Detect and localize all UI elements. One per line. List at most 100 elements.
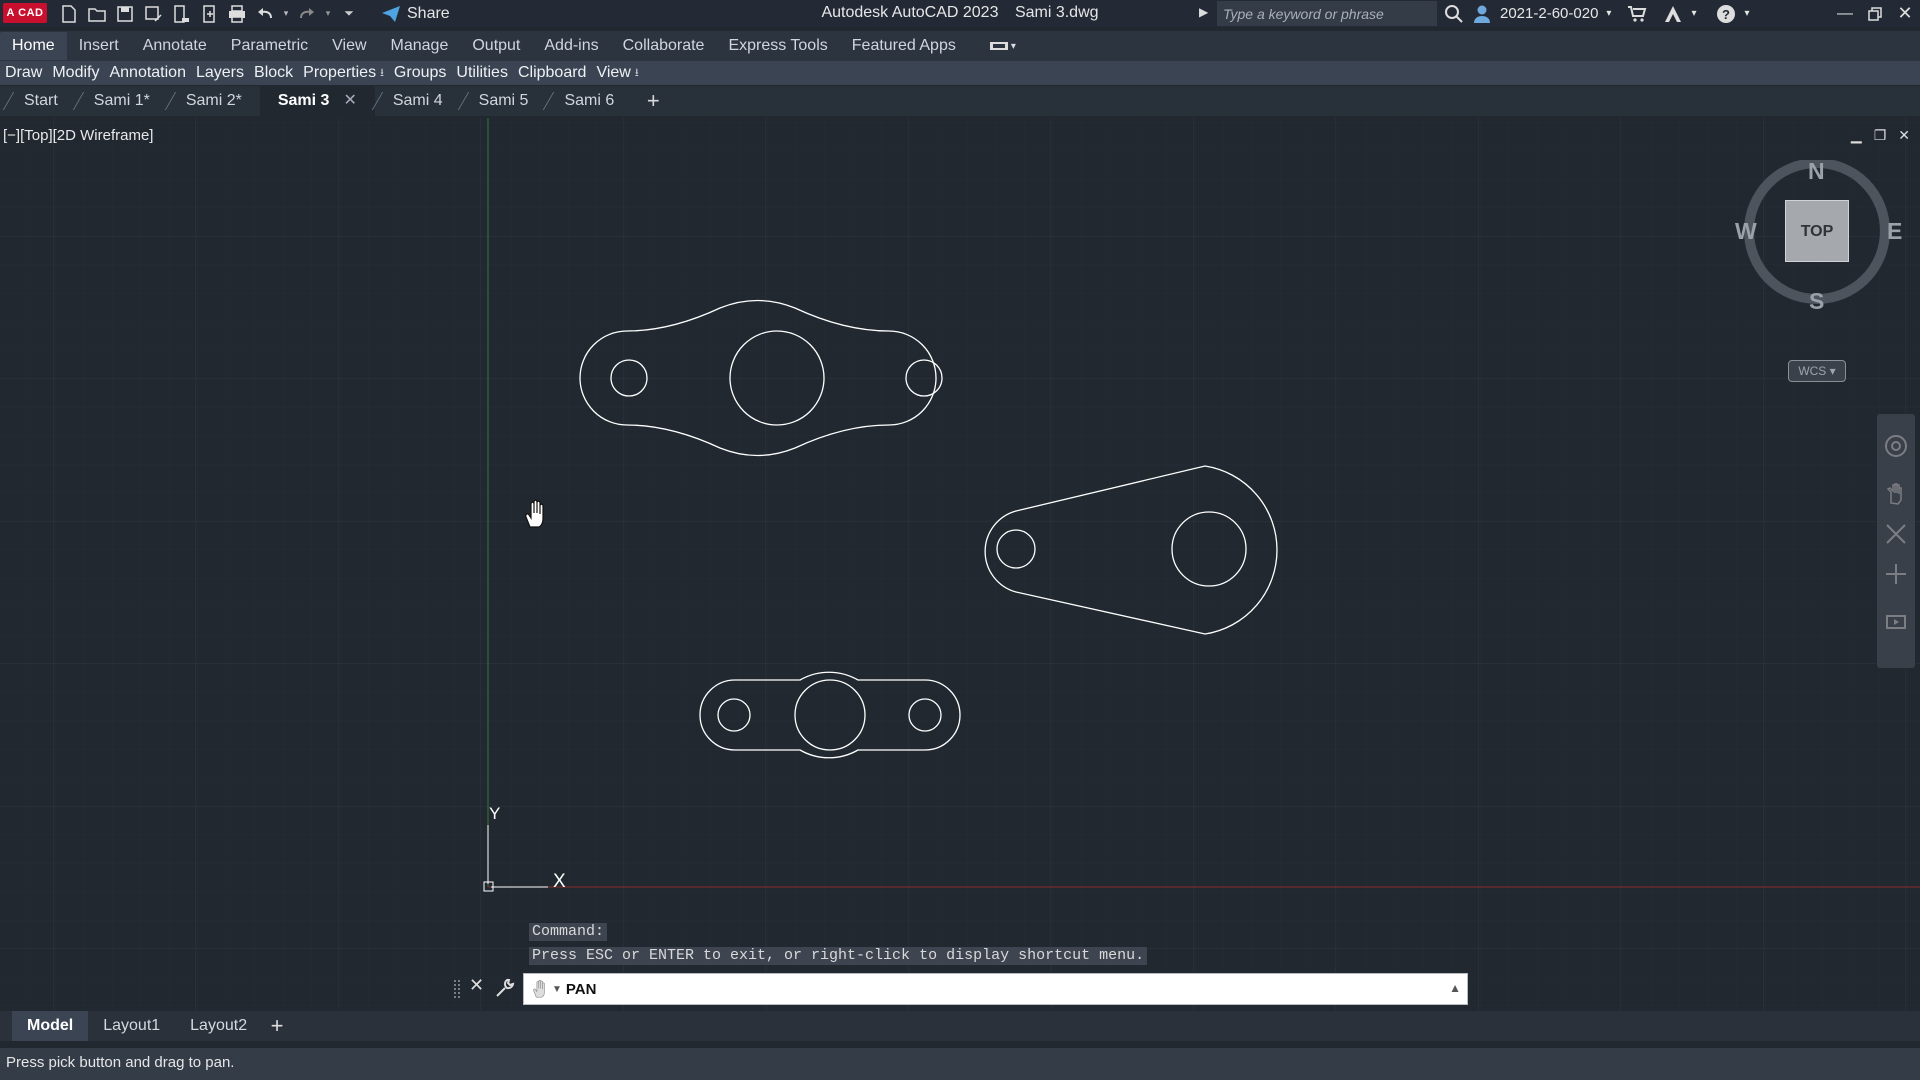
orbit-icon[interactable] — [1884, 562, 1908, 586]
drawing-canvas[interactable]: Y X — [0, 118, 1920, 1010]
save-as-icon[interactable] — [142, 3, 164, 25]
doc-tab-sami-2[interactable]: Sami 2* — [164, 86, 260, 116]
showmotion-icon[interactable] — [1884, 610, 1908, 634]
cart-icon[interactable] — [1627, 5, 1647, 23]
app-logo[interactable]: A CAD — [3, 3, 47, 23]
minimize-icon[interactable]: — — [1830, 0, 1860, 27]
doc-tab-label: Sami 2* — [185, 92, 242, 109]
compass-east[interactable]: E — [1887, 218, 1902, 245]
compass-north[interactable]: N — [1808, 158, 1825, 185]
app-dropdown-icon[interactable]: ▾ — [1691, 8, 1696, 19]
steering-wheel-icon[interactable] — [1884, 434, 1908, 458]
tab-parametric[interactable]: Parametric — [219, 32, 320, 60]
layout-tab-layout2[interactable]: Layout2 — [175, 1011, 262, 1041]
share-label: Share — [407, 4, 450, 22]
viewcube-top-face[interactable]: TOP — [1785, 200, 1849, 262]
new-layout-button[interactable]: + — [262, 1013, 292, 1039]
command-input[interactable] — [561, 975, 1450, 1003]
plot-preview-icon[interactable] — [198, 3, 220, 25]
autodesk-app-icon[interactable] — [1663, 5, 1683, 23]
help-icon[interactable]: ? — [1716, 4, 1736, 24]
panel-layers[interactable]: Layers — [191, 64, 249, 82]
viewport-controls-label[interactable]: [−][Top][2D Wireframe] — [3, 127, 153, 144]
doc-tab-sami-4[interactable]: Sami 4 — [371, 86, 461, 116]
drawing-viewport[interactable]: Y X [−][Top][2D Wireframe] ▁ ❐ ✕ N S E W… — [0, 118, 1920, 1010]
close-tab-icon[interactable]: ✕ — [343, 92, 356, 109]
panel-utilities[interactable]: Utilities — [451, 64, 513, 82]
tab-manage[interactable]: Manage — [379, 32, 461, 60]
panel-properties[interactable]: Properties ⭳ — [298, 64, 389, 83]
user-id[interactable]: 2021-2-60-020 — [1500, 5, 1598, 22]
layout-tab-model[interactable]: Model — [12, 1011, 89, 1041]
restore-icon[interactable] — [1860, 0, 1890, 27]
panel-groups[interactable]: Groups — [389, 64, 451, 82]
close-icon[interactable]: ✕ — [1890, 0, 1920, 27]
pan-tool-icon[interactable] — [1884, 482, 1908, 506]
tab-express-tools[interactable]: Express Tools — [716, 32, 839, 60]
wcs-menu[interactable]: WCS ▾ — [1788, 360, 1846, 382]
panel-label: View — [596, 64, 631, 81]
doc-tab-label: Sami 1* — [93, 92, 150, 109]
quick-access-toolbar: ▾ ▾ ⏷ — [58, 0, 360, 27]
panel-draw[interactable]: Draw — [0, 64, 47, 82]
tab-home[interactable]: Home — [0, 32, 67, 60]
expand-arrow-icon[interactable]: ⭳ — [635, 64, 639, 83]
publish-icon[interactable] — [170, 3, 192, 25]
doc-tab-start[interactable]: Start — [2, 86, 76, 116]
doc-tab-sami-3[interactable]: Sami 3 ✕ — [259, 86, 375, 116]
compass-south[interactable]: S — [1809, 288, 1824, 315]
pan-command-icon — [533, 980, 545, 998]
command-recent-dropdown-icon[interactable]: ▼ — [552, 984, 562, 995]
share-icon — [382, 5, 400, 22]
document-tabs: Start Sami 1* Sami 2* Sami 3 ✕ Sami 4 Sam… — [0, 86, 1920, 116]
expand-arrow-icon[interactable]: ⭳ — [380, 64, 384, 83]
new-tab-button[interactable]: + — [638, 88, 668, 114]
zoom-extents-icon[interactable] — [1884, 522, 1908, 546]
window-controls: — ✕ — [1830, 0, 1920, 27]
search-icon[interactable] — [1444, 4, 1464, 24]
viewport-restore-icon[interactable]: ❐ — [1874, 127, 1887, 144]
search-input[interactable] — [1217, 1, 1437, 26]
command-history-toggle-icon[interactable]: ▲ — [1449, 981, 1461, 995]
compass-west[interactable]: W — [1735, 218, 1757, 245]
panel-view[interactable]: View ⭳ — [591, 64, 643, 83]
tab-view[interactable]: View — [320, 32, 378, 60]
command-input-box[interactable]: ▼ ▲ — [523, 973, 1468, 1005]
user-icon[interactable] — [1472, 4, 1492, 24]
ribbon-display-toggle[interactable]: ▾ — [989, 41, 1016, 52]
undo-icon[interactable] — [254, 3, 276, 25]
redo-dropdown-icon[interactable]: ▾ — [324, 3, 332, 25]
customize-icon[interactable]: ⏷ — [338, 3, 360, 25]
help-dropdown-icon[interactable]: ▾ — [1744, 8, 1749, 19]
close-icon[interactable]: ✕ — [469, 975, 484, 996]
undo-dropdown-icon[interactable]: ▾ — [282, 3, 290, 25]
tab-featured-apps[interactable]: Featured Apps — [840, 32, 968, 60]
viewport-close-icon[interactable]: ✕ — [1898, 127, 1910, 144]
layout-tab-layout1[interactable]: Layout1 — [88, 1011, 175, 1041]
user-dropdown-icon[interactable]: ▾ — [1606, 8, 1611, 19]
panel-annotation[interactable]: Annotation — [104, 64, 191, 82]
panel-block[interactable]: Block — [249, 64, 298, 82]
tab-insert[interactable]: Insert — [67, 32, 131, 60]
new-icon[interactable] — [58, 3, 80, 25]
tab-collaborate[interactable]: Collaborate — [611, 32, 717, 60]
share-button[interactable]: Share — [381, 3, 450, 24]
doc-tab-sami-5[interactable]: Sami 5 — [457, 86, 547, 116]
viewcube[interactable]: N S E W TOP — [1735, 158, 1902, 318]
panel-clipboard[interactable]: Clipboard — [513, 64, 591, 82]
viewport-minimize-icon[interactable]: ▁ — [1851, 127, 1862, 144]
open-icon[interactable] — [86, 3, 108, 25]
redo-icon[interactable] — [296, 3, 318, 25]
search-expand-icon[interactable]: ▶ — [1199, 5, 1208, 19]
doc-tab-sami-1[interactable]: Sami 1* — [72, 86, 168, 116]
title-bar: A CAD ▾ ▾ ⏷ Share Autodesk AutoCAD 2023 … — [0, 0, 1920, 27]
tab-annotate[interactable]: Annotate — [131, 32, 219, 60]
tab-add-ins[interactable]: Add-ins — [532, 32, 610, 60]
save-icon[interactable] — [114, 3, 136, 25]
drag-handle-icon[interactable] — [453, 979, 461, 1001]
panel-modify[interactable]: Modify — [47, 64, 104, 82]
wrench-icon[interactable] — [495, 978, 515, 998]
doc-tab-sami-6[interactable]: Sami 6 — [543, 86, 632, 116]
tab-output[interactable]: Output — [460, 32, 532, 60]
print-icon[interactable] — [226, 3, 248, 25]
